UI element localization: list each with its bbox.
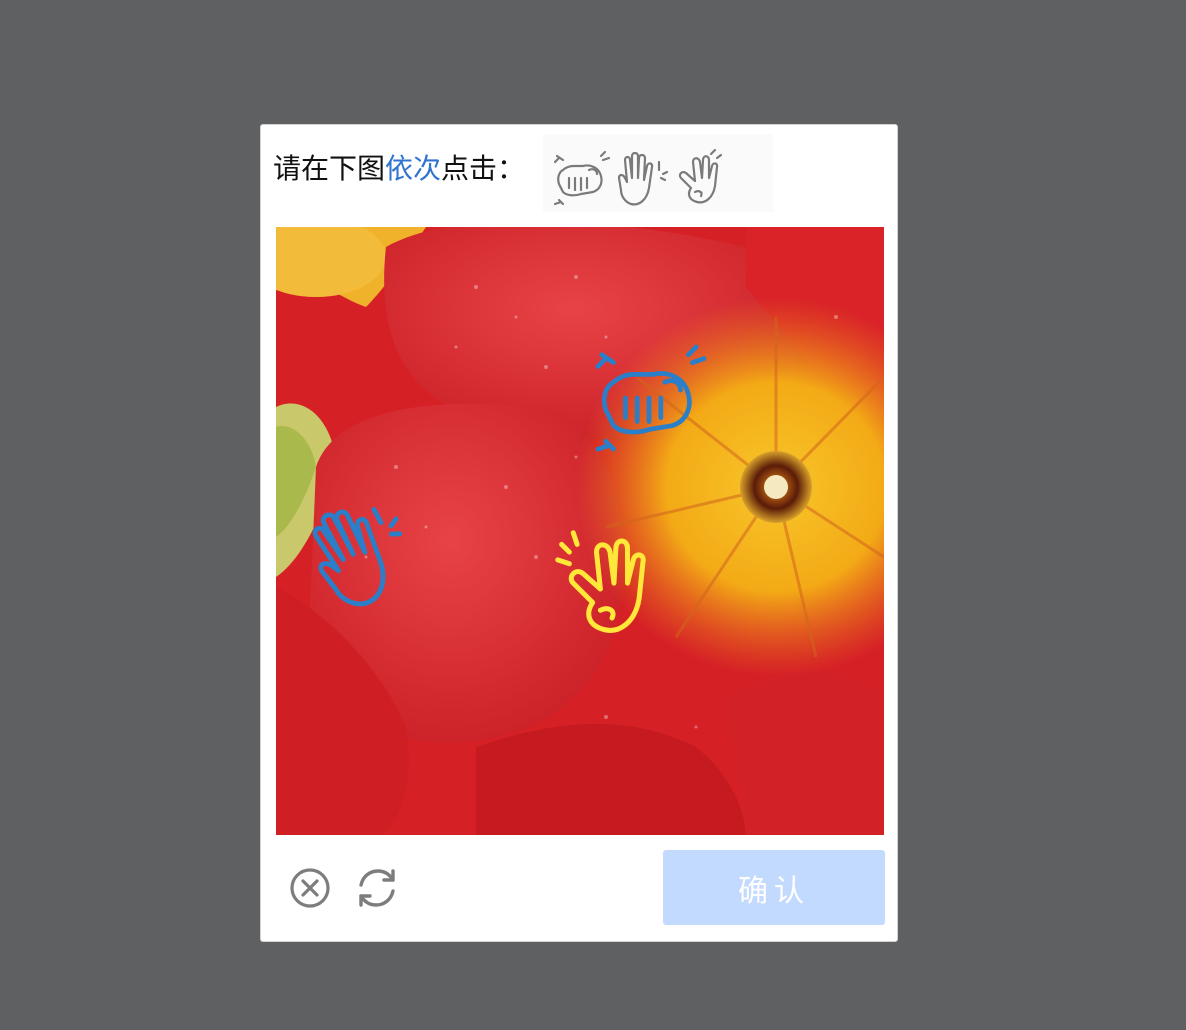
fist-bump-icon[interactable] bbox=[586, 339, 712, 457]
fist-bump-icon bbox=[553, 150, 611, 206]
ok-hand-icon bbox=[678, 148, 723, 204]
refresh-icon[interactable] bbox=[354, 865, 400, 911]
confirm-button[interactable]: 确认 bbox=[663, 850, 885, 925]
hint-icons-strip bbox=[543, 134, 773, 212]
instruction-highlight: 依次 bbox=[385, 152, 442, 185]
captcha-instruction: 请在下图依次点击： bbox=[273, 151, 525, 187]
raised-hand-icon bbox=[617, 151, 669, 206]
ok-hand-icon[interactable] bbox=[552, 525, 672, 649]
captcha-dialog: 请在下图依次点击： 确认 bbox=[260, 124, 898, 942]
instruction-suffix: 点击： bbox=[441, 152, 526, 185]
instruction-prefix: 请在下图 bbox=[273, 152, 386, 185]
captcha-image[interactable] bbox=[276, 227, 884, 835]
close-circle-icon[interactable] bbox=[287, 865, 333, 911]
